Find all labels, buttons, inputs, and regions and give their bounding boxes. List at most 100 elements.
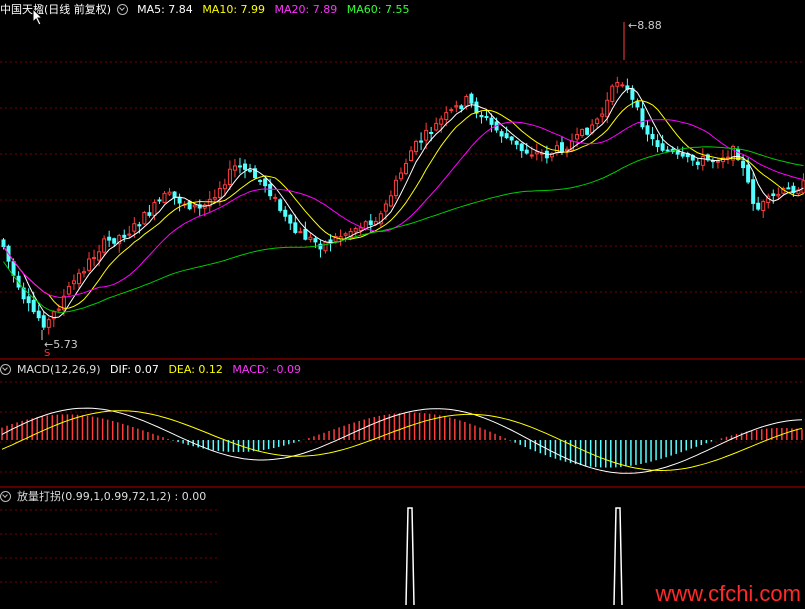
macd-settings-icon[interactable] [0, 363, 11, 375]
candle-body [102, 238, 107, 253]
candle-body [258, 179, 263, 182]
candle-body [298, 231, 303, 234]
candle-body [112, 238, 117, 244]
candle-body [700, 155, 705, 166]
candle-body [469, 93, 474, 104]
candle-body [41, 315, 46, 328]
candle-body [575, 134, 580, 140]
candle-body [237, 165, 242, 168]
candle-body [212, 197, 217, 200]
candle-body [474, 101, 479, 114]
candle-body [786, 187, 791, 190]
candle-body [157, 199, 162, 202]
candle-body [559, 142, 564, 153]
candle-body [368, 220, 373, 226]
candle-body [398, 172, 403, 180]
candle-body [358, 227, 363, 232]
candle-body [610, 85, 615, 102]
candle-body [393, 179, 398, 197]
candle-body [444, 112, 449, 121]
indicator-settings-icon[interactable] [0, 490, 11, 502]
candle-body [92, 257, 97, 260]
candle-body [580, 128, 585, 136]
sell-marker: S [44, 348, 51, 359]
candle-body [31, 299, 36, 313]
candle-body [424, 129, 429, 141]
candle-body [439, 118, 444, 125]
candle-body [409, 150, 414, 162]
candle-body [534, 151, 539, 155]
candle-body [222, 184, 227, 190]
candle-body [504, 133, 509, 139]
candle-body [650, 133, 655, 140]
candle-body [383, 203, 388, 212]
ma10-label: MA10: 7.99 [202, 3, 266, 16]
candle-body [137, 224, 142, 227]
candle-body [11, 261, 16, 276]
candle-body [288, 214, 293, 224]
candle-body [273, 196, 278, 199]
candle-body [283, 209, 288, 217]
indicator-name[interactable]: 放量打拐(0.99,1,0.99,72,1,2) [17, 490, 171, 503]
candle-body [554, 145, 559, 154]
candle-body [756, 202, 761, 210]
candle-body [454, 105, 459, 108]
candle-body [484, 115, 489, 119]
candle-body [509, 136, 514, 141]
candle-body [142, 211, 147, 225]
stock-chart-canvas[interactable] [0, 0, 805, 609]
settings-icon[interactable] [116, 3, 128, 15]
candle-body [127, 233, 132, 236]
ma20-label: MA20: 7.89 [274, 3, 338, 16]
candle-body [263, 178, 268, 187]
candle-body [565, 148, 569, 151]
candle-body [615, 81, 620, 87]
watermark: www.cfchi.com [655, 581, 801, 606]
price-panel-header: 中国天楹(日线 前复权) MA5: 7.84 MA10: 7.99 MA20: … [0, 2, 415, 18]
candle-body [600, 113, 605, 117]
candle-body [741, 160, 746, 169]
candle-body [76, 272, 81, 285]
candle-body [726, 156, 730, 159]
candle-body [655, 140, 660, 148]
candle-body [313, 238, 318, 243]
candle-body [479, 114, 484, 118]
candle-body [192, 204, 197, 208]
candle-body [66, 285, 71, 295]
candle-body [46, 319, 51, 328]
candle-body [771, 193, 776, 197]
candle-body [429, 131, 434, 134]
ma10-line [3, 100, 804, 309]
candle-body [715, 160, 720, 163]
stock-title[interactable]: 中国天楹(日线 前复权) [0, 3, 111, 16]
macd-value: MACD: -0.09 [232, 363, 302, 376]
candle-body [404, 163, 408, 175]
candle-body [97, 251, 102, 261]
ma5-label: MA5: 7.84 [137, 3, 193, 16]
candle-body [248, 169, 253, 172]
ma60-label: MA60: 7.55 [346, 3, 410, 16]
candle-body [172, 191, 177, 199]
candle-body [630, 88, 635, 100]
candle-body [524, 149, 529, 154]
candle-body [147, 212, 152, 216]
candle-body [36, 310, 41, 319]
macd-name[interactable]: MACD(12,26,9) [17, 363, 101, 376]
candle-body [308, 236, 313, 240]
signal-spike [613, 507, 623, 606]
candle-body [499, 131, 504, 137]
candle-body [343, 233, 348, 236]
candle-body [776, 193, 781, 197]
candle-body [26, 296, 31, 304]
candle-body [268, 183, 273, 197]
candle-body [761, 201, 766, 211]
candle-body [278, 199, 283, 211]
candle-body [660, 143, 665, 151]
candle-body [620, 84, 625, 87]
candle-body [122, 234, 127, 238]
candle-body [414, 140, 419, 153]
candle-body [680, 152, 685, 157]
candle-body [303, 228, 308, 240]
candle-body [746, 164, 751, 183]
candle-body [82, 271, 86, 274]
